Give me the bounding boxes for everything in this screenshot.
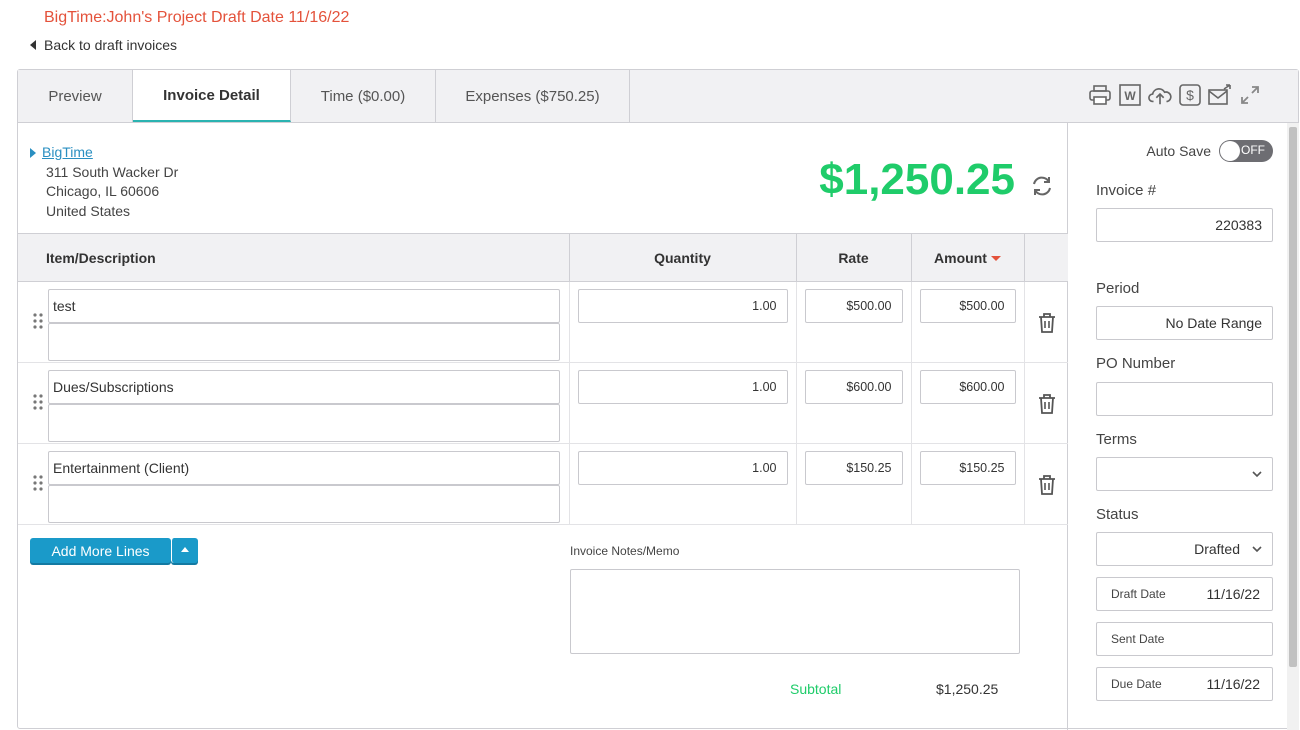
invoice-number-input[interactable]: 220383 — [1096, 208, 1273, 242]
period-selector[interactable]: No Date Range — [1096, 306, 1273, 340]
chevron-down-icon — [1252, 471, 1262, 478]
autosave-toggle[interactable]: OFF — [1219, 140, 1273, 162]
due-date-field[interactable]: Due Date 11/16/22 — [1096, 667, 1273, 701]
table-row: test 1.00 $500.00 $500.00 — [18, 281, 1068, 363]
status-select[interactable]: Drafted — [1096, 532, 1273, 566]
client-info: BigTime 311 South Wacker Dr Chicago, IL … — [30, 143, 179, 221]
column-header-item[interactable]: Item/Description — [18, 233, 570, 282]
invoice-panel: Preview Invoice Detail Time ($0.00) Expe… — [17, 69, 1299, 730]
column-header-amount[interactable]: Amount — [911, 233, 1025, 282]
period-label: Period — [1096, 280, 1140, 297]
po-number-label: PO Number — [1096, 355, 1176, 372]
svg-text:$: $ — [1186, 87, 1194, 103]
caret-right-icon — [30, 147, 36, 158]
draft-date-label: Draft Date — [1111, 587, 1166, 601]
client-name-link[interactable]: BigTime — [30, 143, 178, 163]
print-icon[interactable] — [1088, 83, 1112, 107]
status-value: Drafted — [1194, 541, 1240, 557]
tab-invoice-detail[interactable]: Invoice Detail — [133, 70, 291, 122]
terms-select[interactable] — [1096, 457, 1273, 491]
tab-time[interactable]: Time ($0.00) — [291, 70, 436, 122]
sort-desc-icon — [990, 256, 1001, 262]
subtotal-value: $1,250.25 — [936, 681, 999, 697]
chevron-down-icon — [1252, 546, 1262, 553]
trash-icon[interactable] — [1037, 393, 1057, 415]
drag-handle-icon[interactable] — [32, 474, 44, 492]
address-line: United States — [46, 202, 131, 219]
notes-textarea[interactable] — [570, 569, 1020, 654]
status-label: Status — [1096, 506, 1139, 523]
tab-preview[interactable]: Preview — [18, 70, 133, 122]
table-row: Entertainment (Client) 1.00 $150.25 $150… — [18, 443, 1068, 525]
item-detail-input[interactable] — [48, 323, 560, 361]
amount-input[interactable]: $600.00 — [919, 370, 1016, 404]
address-line: Chicago, IL 60606 — [46, 183, 160, 199]
dollar-icon[interactable]: $ — [1178, 83, 1202, 107]
toggle-knob — [1220, 141, 1240, 161]
item-name-input[interactable]: Dues/Subscriptions — [48, 370, 560, 404]
tab-expenses[interactable]: Expenses ($750.25) — [436, 70, 630, 122]
add-lines-dropdown-button[interactable] — [171, 538, 198, 563]
page-title: BigTime:John's Project Draft Date 11/16/… — [44, 9, 350, 26]
table-header-row: Item/Description Quantity Rate Amount — [18, 233, 1068, 282]
trash-icon[interactable] — [1037, 312, 1057, 334]
table-row: Dues/Subscriptions 1.00 $600.00 $600.00 — [18, 362, 1068, 444]
invoice-main: BigTime 311 South Wacker Dr Chicago, IL … — [18, 123, 1068, 730]
invoice-sidebar: Auto Save OFF Invoice # 220383 Period No… — [1069, 123, 1287, 730]
scrollbar-thumb[interactable] — [1289, 127, 1297, 667]
autosave-control: Auto Save OFF — [1146, 140, 1273, 162]
autosave-label: Auto Save — [1146, 143, 1211, 159]
refresh-icon[interactable] — [1029, 173, 1055, 199]
rate-input[interactable]: $150.25 — [804, 451, 903, 485]
terms-label: Terms — [1096, 431, 1137, 448]
rate-input[interactable]: $500.00 — [804, 289, 903, 323]
svg-text:W: W — [1124, 89, 1136, 103]
amount-header-label: Amount — [934, 249, 987, 266]
word-icon[interactable]: W — [1118, 83, 1142, 107]
item-name-input[interactable]: Entertainment (Client) — [48, 451, 560, 485]
due-date-label: Due Date — [1111, 677, 1162, 691]
notes-label: Invoice Notes/Memo — [570, 544, 680, 558]
amount-input[interactable]: $150.25 — [919, 451, 1016, 485]
amount-input[interactable]: $500.00 — [919, 289, 1016, 323]
invoice-number-label: Invoice # — [1096, 182, 1157, 199]
back-link-label: Back to draft invoices — [44, 37, 178, 53]
trash-icon[interactable] — [1037, 474, 1057, 496]
toggle-state: OFF — [1241, 143, 1265, 157]
subtotal-label: Subtotal — [790, 681, 842, 697]
item-detail-input[interactable] — [48, 404, 560, 442]
cloud-upload-icon[interactable] — [1148, 83, 1172, 107]
address-line: 311 South Wacker Dr — [46, 163, 179, 180]
sent-date-field[interactable]: Sent Date — [1096, 622, 1273, 656]
drag-handle-icon[interactable] — [32, 393, 44, 411]
po-number-input[interactable] — [1096, 382, 1273, 416]
email-send-icon[interactable] — [1208, 83, 1232, 107]
sidebar-scrollbar[interactable] — [1287, 123, 1299, 730]
draft-date-value: 11/16/22 — [1206, 586, 1260, 602]
column-header-quantity[interactable]: Quantity — [569, 233, 797, 282]
column-header-actions — [1024, 233, 1068, 282]
due-date-value: 11/16/22 — [1206, 676, 1260, 692]
column-header-rate[interactable]: Rate — [796, 233, 912, 282]
quantity-input[interactable]: 1.00 — [577, 451, 788, 485]
quantity-input[interactable]: 1.00 — [577, 370, 788, 404]
quantity-input[interactable]: 1.00 — [577, 289, 788, 323]
tab-bar: Preview Invoice Detail Time ($0.00) Expe… — [18, 70, 1298, 123]
item-name-input[interactable]: test — [48, 289, 560, 323]
rate-input[interactable]: $600.00 — [804, 370, 903, 404]
sent-date-label: Sent Date — [1111, 632, 1165, 646]
back-to-draft-invoices-link[interactable]: Back to draft invoices — [30, 37, 177, 53]
caret-left-icon — [30, 40, 36, 50]
add-more-lines-button[interactable]: Add More Lines — [30, 538, 171, 563]
draft-date-field[interactable]: Draft Date 11/16/22 — [1096, 577, 1273, 611]
item-detail-input[interactable] — [48, 485, 560, 523]
expand-icon[interactable] — [1238, 83, 1262, 107]
line-items-table: Item/Description Quantity Rate Amount te… — [18, 233, 1068, 525]
toolbar-icons: W $ — [1088, 83, 1262, 107]
client-name: BigTime — [42, 144, 93, 160]
drag-handle-icon[interactable] — [32, 312, 44, 330]
invoice-total: $1,250.25 — [819, 155, 1015, 204]
